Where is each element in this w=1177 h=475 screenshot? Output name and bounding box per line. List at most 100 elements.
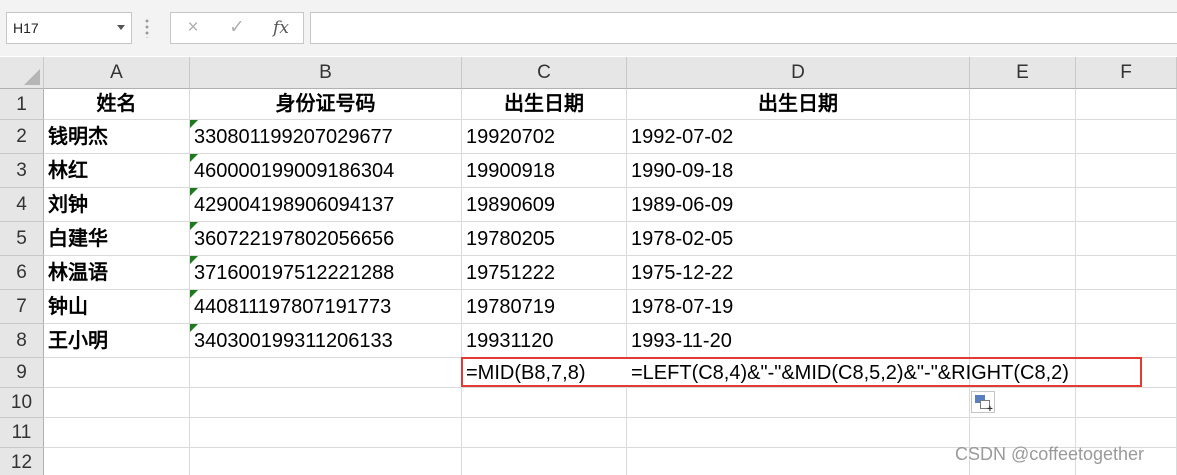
number-as-text-indicator-icon[interactable] (190, 188, 198, 196)
cell-e2[interactable] (970, 120, 1076, 154)
cell-a10[interactable] (44, 388, 190, 418)
cell-f1[interactable] (1076, 89, 1177, 120)
cell-d8[interactable]: 1993-11-20 (627, 324, 970, 358)
cell-f6[interactable] (1076, 256, 1177, 290)
cell-e7[interactable] (970, 290, 1076, 324)
cell-e9[interactable] (970, 358, 1076, 388)
cell-a9[interactable] (44, 358, 190, 388)
cell-e5[interactable] (970, 222, 1076, 256)
column-header-f[interactable]: F (1076, 57, 1177, 89)
column-header-a[interactable]: A (44, 57, 190, 89)
cell-f5[interactable] (1076, 222, 1177, 256)
cell-b6[interactable]: 371600197512221288 (190, 256, 462, 290)
cell-d1[interactable]: 出生日期 (627, 89, 970, 120)
cell-a4[interactable]: 刘钟 (44, 188, 190, 222)
row-header-2[interactable]: 2 (0, 120, 44, 154)
cell-c4[interactable]: 19890609 (462, 188, 627, 222)
row-header-6[interactable]: 6 (0, 256, 44, 290)
cell-d5[interactable]: 1978-02-05 (627, 222, 970, 256)
row-header-5[interactable]: 5 (0, 222, 44, 256)
cell-d4[interactable]: 1989-06-09 (627, 188, 970, 222)
cell-d9[interactable]: =LEFT(C8,4)&"-"&MID(C8,5,2)&"-"&RIGHT(C8… (627, 358, 1069, 388)
cell-c5[interactable]: 19780205 (462, 222, 627, 256)
column-header-c[interactable]: C (462, 57, 627, 89)
cell-b4[interactable]: 429004198906094137 (190, 188, 462, 222)
cell-a2[interactable]: 钱明杰 (44, 120, 190, 154)
cell-c10[interactable] (462, 388, 627, 418)
cell-b7[interactable]: 440811197807191773 (190, 290, 462, 324)
cell-f10[interactable] (1076, 388, 1177, 418)
cell-e3[interactable] (970, 154, 1076, 188)
column-header-b[interactable]: B (190, 57, 462, 89)
paste-options-button[interactable]: + (971, 391, 995, 415)
name-box-value[interactable]: H17 (13, 20, 39, 36)
cell-d11[interactable] (627, 418, 970, 448)
cell-a11[interactable] (44, 418, 190, 448)
cell-c2[interactable]: 19920702 (462, 120, 627, 154)
chevron-down-icon[interactable] (117, 25, 125, 30)
cell-e8[interactable] (970, 324, 1076, 358)
number-as-text-indicator-icon[interactable] (190, 120, 198, 128)
cell-a5[interactable]: 白建华 (44, 222, 190, 256)
cell-b12[interactable] (190, 448, 462, 475)
cell-b10[interactable] (190, 388, 462, 418)
check-icon[interactable]: ✓ (217, 13, 257, 43)
cell-c8[interactable]: 19931120 (462, 324, 627, 358)
cell-a1[interactable]: 姓名 (44, 89, 190, 120)
cell-f7[interactable] (1076, 290, 1177, 324)
number-as-text-indicator-icon[interactable] (190, 222, 198, 230)
cell-d3[interactable]: 1990-09-18 (627, 154, 970, 188)
cell-c11[interactable] (462, 418, 627, 448)
select-all-icon[interactable] (24, 69, 40, 85)
cell-d12[interactable] (627, 448, 970, 475)
cell-e4[interactable] (970, 188, 1076, 222)
cell-c9[interactable]: =MID(B8,7,8) (462, 358, 627, 388)
cancel-icon[interactable]: × (173, 13, 213, 43)
cell-b9[interactable] (190, 358, 462, 388)
insert-function-icon[interactable]: fx (261, 13, 301, 43)
cell-e1[interactable] (970, 89, 1076, 120)
cell-d10[interactable] (627, 388, 970, 418)
cell-d2[interactable]: 1992-07-02 (627, 120, 970, 154)
row-header-4[interactable]: 4 (0, 188, 44, 222)
number-as-text-indicator-icon[interactable] (190, 290, 198, 298)
cell-f8[interactable] (1076, 324, 1177, 358)
cell-f3[interactable] (1076, 154, 1177, 188)
cell-f2[interactable] (1076, 120, 1177, 154)
cell-d6[interactable]: 1975-12-22 (627, 256, 970, 290)
row-header-9[interactable]: 9 (0, 358, 44, 388)
name-box[interactable]: H17 (6, 12, 132, 44)
cell-b3[interactable]: 460000199009186304 (190, 154, 462, 188)
cell-c6[interactable]: 19751222 (462, 256, 627, 290)
cell-d7[interactable]: 1978-07-19 (627, 290, 970, 324)
column-header-d[interactable]: D (627, 57, 970, 89)
row-header-11[interactable]: 11 (0, 418, 44, 448)
cell-f4[interactable] (1076, 188, 1177, 222)
drag-handle-icon[interactable] (145, 18, 149, 38)
number-as-text-indicator-icon[interactable] (190, 324, 198, 332)
row-header-1[interactable]: 1 (0, 89, 44, 120)
cell-b11[interactable] (190, 418, 462, 448)
cell-a6[interactable]: 林温语 (44, 256, 190, 290)
column-header-e[interactable]: E (970, 57, 1076, 89)
row-header-10[interactable]: 10 (0, 388, 44, 418)
row-header-8[interactable]: 8 (0, 324, 44, 358)
cell-b2[interactable]: 330801199207029677 (190, 120, 462, 154)
cell-b1[interactable]: 身份证号码 (190, 89, 462, 120)
formula-input[interactable] (310, 12, 1177, 44)
cell-c1[interactable]: 出生日期 (462, 89, 627, 120)
cell-a8[interactable]: 王小明 (44, 324, 190, 358)
cell-f9[interactable] (1076, 358, 1177, 388)
row-header-7[interactable]: 7 (0, 290, 44, 324)
number-as-text-indicator-icon[interactable] (190, 256, 198, 264)
cell-b5[interactable]: 360722197802056656 (190, 222, 462, 256)
cell-c7[interactable]: 19780719 (462, 290, 627, 324)
number-as-text-indicator-icon[interactable] (190, 154, 198, 162)
row-header-12[interactable]: 12 (0, 448, 44, 475)
cell-a7[interactable]: 钟山 (44, 290, 190, 324)
cell-e6[interactable] (970, 256, 1076, 290)
cell-c12[interactable] (462, 448, 627, 475)
cell-b8[interactable]: 340300199311206133 (190, 324, 462, 358)
cell-a12[interactable] (44, 448, 190, 475)
row-header-3[interactable]: 3 (0, 154, 44, 188)
